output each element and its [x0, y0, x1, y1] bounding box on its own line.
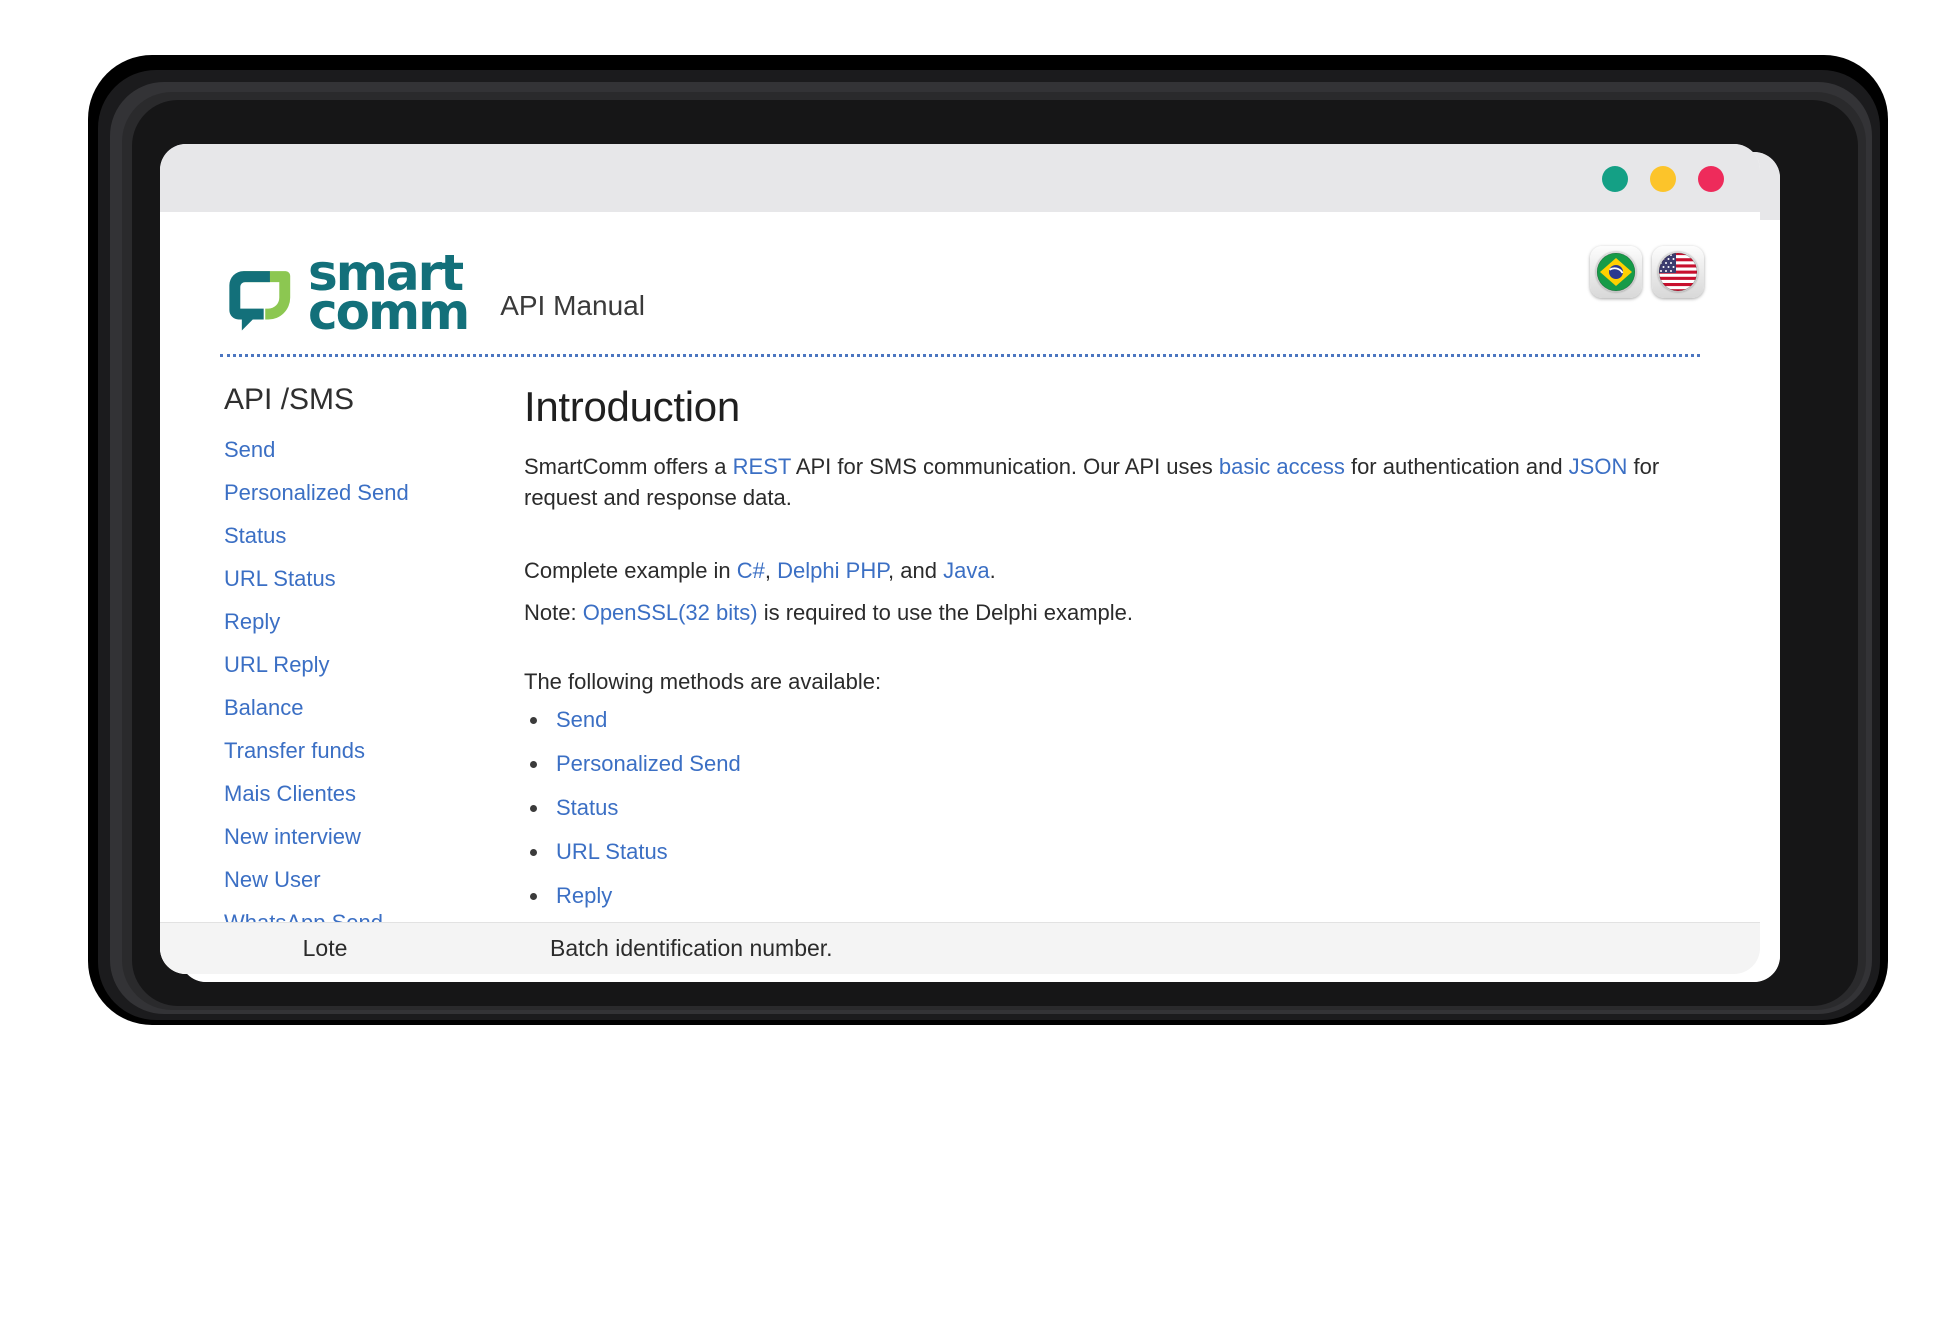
speech-bubble-logo-icon: [220, 254, 298, 332]
sidebar-item-balance[interactable]: Balance: [224, 697, 520, 719]
method-link-send[interactable]: Send: [556, 707, 607, 732]
link-java[interactable]: Java: [943, 558, 989, 583]
screenshot-root: smart comm API Manual: [0, 0, 1946, 1340]
sidebar-item-transfer-funds[interactable]: Transfer funds: [224, 740, 520, 762]
smartcomm-logo[interactable]: smart comm: [220, 254, 468, 332]
method-link-reply[interactable]: Reply: [556, 883, 612, 908]
method-link-personalized-send[interactable]: Personalized Send: [556, 751, 741, 776]
intro-paragraph: SmartComm offers a REST API for SMS comm…: [524, 451, 1700, 513]
example-text-1: Complete example in: [524, 558, 737, 583]
language-switcher: [1590, 246, 1704, 298]
flag-brazil-icon[interactable]: [1590, 246, 1642, 298]
example-paragraph: Complete example in C#, Delphi PHP, and …: [524, 555, 1700, 586]
list-item: Send: [524, 709, 1700, 731]
logo-line-2: comm: [308, 293, 468, 332]
sidebar-item-url-status[interactable]: URL Status: [224, 568, 520, 590]
example-text-5: .: [990, 558, 996, 583]
note-text-1: Note:: [524, 600, 583, 625]
example-text-4: , and: [888, 558, 943, 583]
spacer-after-intro: [524, 523, 1700, 555]
intro-text-1: SmartComm offers a: [524, 454, 733, 479]
sidebar-nav: API /SMS Send Personalized Send Status U…: [220, 383, 520, 974]
link-openssl[interactable]: OpenSSL(32 bits): [583, 600, 758, 625]
browser-window: smart comm API Manual: [160, 144, 1760, 974]
window-controls: [1602, 166, 1724, 192]
header-divider: [220, 354, 1700, 357]
sidebar-item-new-interview[interactable]: New interview: [224, 826, 520, 848]
sidebar-item-new-user[interactable]: New User: [224, 869, 520, 891]
list-item: URL Status: [524, 841, 1700, 863]
table-cell-parameter: Lote: [160, 935, 490, 962]
methods-intro: The following methods are available:: [524, 666, 1700, 697]
method-link-status[interactable]: Status: [556, 795, 618, 820]
flag-usa-icon[interactable]: [1652, 246, 1704, 298]
close-dot[interactable]: [1698, 166, 1724, 192]
example-text-2: ,: [765, 558, 777, 583]
article-heading: Introduction: [524, 383, 1700, 431]
list-item: Reply: [524, 885, 1700, 907]
note-paragraph: Note: OpenSSL(32 bits) is required to us…: [524, 597, 1700, 628]
table-cell-description: Batch identification number.: [490, 935, 1760, 962]
maximize-dot[interactable]: [1650, 166, 1676, 192]
minimize-dot[interactable]: [1602, 166, 1628, 192]
sidebar-item-reply[interactable]: Reply: [224, 611, 520, 633]
smartcomm-logo-text: smart comm: [308, 254, 468, 332]
page-title: API Manual: [500, 290, 645, 332]
link-basic-access[interactable]: basic access: [1219, 454, 1345, 479]
sidebar-item-personalized-send[interactable]: Personalized Send: [224, 482, 520, 504]
sidebar-item-send[interactable]: Send: [224, 439, 520, 461]
main-article: Introduction SmartComm offers a REST API…: [520, 383, 1700, 974]
content-area: API /SMS Send Personalized Send Status U…: [160, 357, 1760, 974]
link-php[interactable]: PHP: [846, 558, 888, 583]
intro-text-2: API for SMS communication. Our API uses: [791, 454, 1219, 479]
link-delphi[interactable]: Delphi: [777, 558, 839, 583]
sidebar-item-status[interactable]: Status: [224, 525, 520, 547]
spacer-before-methods: [524, 638, 1700, 666]
table-row: Lote Batch identification number.: [160, 922, 1760, 974]
intro-text-3: for authentication and: [1345, 454, 1569, 479]
list-item: Status: [524, 797, 1700, 819]
list-item: Personalized Send: [524, 753, 1700, 775]
sidebar-item-url-reply[interactable]: URL Reply: [224, 654, 520, 676]
note-text-2: is required to use the Delphi example.: [758, 600, 1133, 625]
sidebar-heading: API /SMS: [224, 383, 520, 417]
site-header: smart comm API Manual: [160, 212, 1760, 332]
link-rest[interactable]: REST: [733, 454, 791, 479]
page-content: smart comm API Manual: [160, 212, 1760, 974]
window-titlebar: [160, 144, 1760, 212]
link-json[interactable]: JSON: [1569, 454, 1628, 479]
link-csharp[interactable]: C#: [737, 558, 765, 583]
method-link-url-status[interactable]: URL Status: [556, 839, 668, 864]
sidebar-item-mais-clientes[interactable]: Mais Clientes: [224, 783, 520, 805]
